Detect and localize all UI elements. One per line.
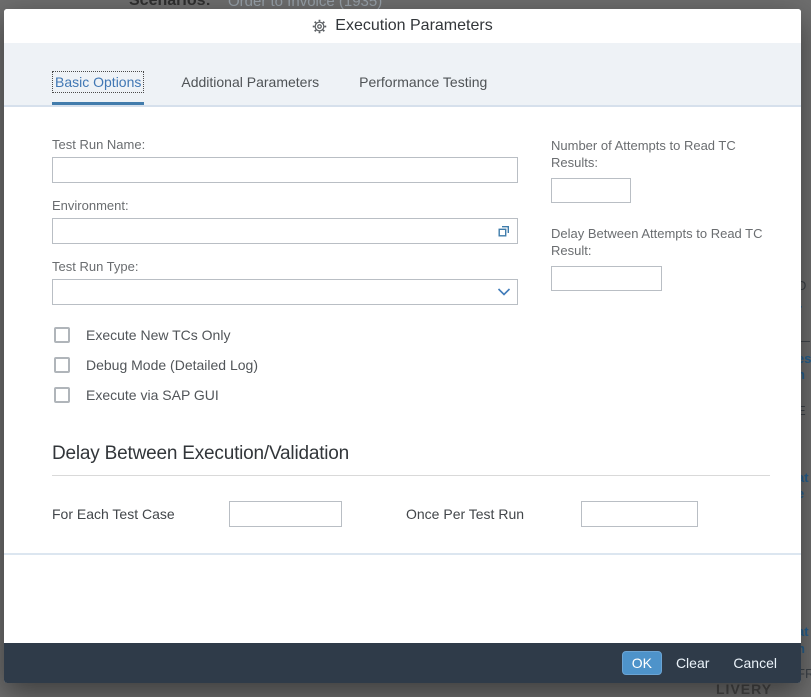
value-help-icon[interactable] — [497, 224, 511, 238]
delay-attempts-label: Delay Between Attempts to Read TC Result… — [551, 225, 769, 259]
tab-additional-parameters[interactable]: Additional Parameters — [178, 72, 322, 105]
checkbox-debug-mode[interactable]: Debug Mode (Detailed Log) — [52, 350, 518, 380]
delay-attempts-input[interactable] — [551, 266, 662, 291]
checkbox-execute-new-tcs-only[interactable]: Execute New TCs Only — [52, 320, 518, 350]
chevron-down-icon[interactable] — [497, 288, 511, 297]
dialog-title: Execution Parameters — [335, 17, 492, 35]
content-divider — [4, 553, 801, 555]
dialog-body: Test Run Name: Environment: — [4, 107, 801, 643]
test-run-type-label: Test Run Type: — [52, 259, 518, 274]
delay-section: Delay Between Execution/Validation For E… — [52, 443, 770, 527]
environment-input[interactable] — [52, 218, 518, 244]
gear-icon — [312, 19, 327, 34]
delay-section-title: Delay Between Execution/Validation — [52, 443, 770, 465]
cancel-button[interactable]: Cancel — [723, 651, 787, 675]
checkbox-box[interactable] — [54, 357, 70, 373]
execution-parameters-dialog: Execution Parameters Basic Options Addit… — [4, 9, 801, 683]
attempts-label: Number of Attempts to Read TC Results: — [551, 137, 769, 171]
tab-basic-options[interactable]: Basic Options — [52, 72, 144, 105]
ok-button[interactable]: OK — [622, 651, 662, 675]
clear-button[interactable]: Clear — [666, 651, 719, 675]
tab-performance-testing[interactable]: Performance Testing — [356, 72, 490, 105]
tab-bar: Basic Options Additional Parameters Perf… — [4, 43, 801, 107]
dialog-header: Execution Parameters — [4, 9, 801, 43]
checkbox-execute-via-sap-gui[interactable]: Execute via SAP GUI — [52, 380, 518, 410]
dialog-footer: OK Clear Cancel — [4, 643, 801, 683]
test-run-type-select[interactable] — [52, 279, 518, 305]
section-divider — [52, 475, 770, 476]
checkbox-box[interactable] — [54, 387, 70, 403]
for-each-test-case-label: For Each Test Case — [52, 506, 229, 522]
test-run-name-label: Test Run Name: — [52, 137, 518, 152]
once-per-test-run-input[interactable] — [581, 501, 698, 527]
once-per-test-run-label: Once Per Test Run — [406, 506, 581, 522]
backdrop-bottom-text: LIVERY — [716, 681, 772, 697]
environment-label: Environment: — [52, 198, 518, 213]
checkbox-box[interactable] — [54, 327, 70, 343]
attempts-input[interactable] — [551, 178, 631, 203]
test-run-name-input[interactable] — [52, 157, 518, 183]
for-each-test-case-input[interactable] — [229, 501, 342, 527]
